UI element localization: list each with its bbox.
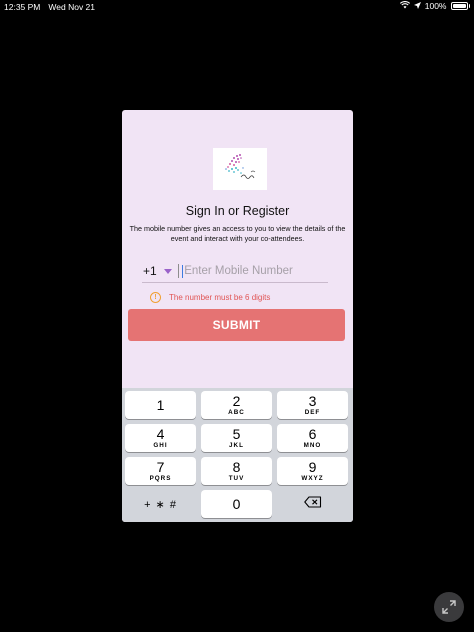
numeric-keyboard: 1 2 ABC 3 DEF 4 GHI 5 JKL 6 MNO 7 PQRS 8 xyxy=(122,388,353,522)
key-4[interactable]: 4 GHI xyxy=(125,424,196,452)
event-logo xyxy=(213,148,267,190)
country-code[interactable]: +1 xyxy=(143,264,157,278)
warning-icon: ! xyxy=(150,292,161,303)
backspace-icon xyxy=(303,495,322,513)
location-arrow-icon xyxy=(413,1,421,11)
battery-percent: 100% xyxy=(424,1,447,11)
submit-button[interactable]: SUBMIT xyxy=(128,309,345,341)
status-time: 12:35 PM xyxy=(4,2,41,12)
key-6[interactable]: 6 MNO xyxy=(277,424,348,452)
battery-icon xyxy=(450,2,468,10)
divider xyxy=(177,264,179,278)
page-title: Sign In or Register xyxy=(185,204,290,218)
backspace-key[interactable] xyxy=(277,490,348,518)
key-8[interactable]: 8 TUV xyxy=(201,457,272,485)
sign-in-modal: Sign In or Register The mobile number gi… xyxy=(122,110,353,522)
description-text: The mobile number gives an access to you… xyxy=(129,224,346,243)
phone-input-row: +1 xyxy=(142,260,328,283)
status-date: Wed Nov 21 xyxy=(48,2,96,12)
key-1[interactable]: 1 xyxy=(125,391,196,419)
key-5[interactable]: 5 JKL xyxy=(201,424,272,452)
error-message: ! The number must be 6 digits xyxy=(150,292,270,303)
wifi-icon xyxy=(399,1,410,11)
key-3[interactable]: 3 DEF xyxy=(277,391,348,419)
key-0[interactable]: 0 xyxy=(201,490,272,518)
symbols-key[interactable]: + ∗ # xyxy=(125,490,196,518)
key-9[interactable]: 9 WXYZ xyxy=(277,457,348,485)
mobile-number-input[interactable] xyxy=(183,265,325,277)
key-2[interactable]: 2 ABC xyxy=(201,391,272,419)
dropdown-caret-icon[interactable] xyxy=(163,268,172,274)
expand-icon[interactable] xyxy=(434,592,464,622)
error-text: The number must be 6 digits xyxy=(169,293,271,302)
key-7[interactable]: 7 PQRS xyxy=(125,457,196,485)
status-bar: 12:35 PM Wed Nov 21 100% xyxy=(0,0,474,14)
